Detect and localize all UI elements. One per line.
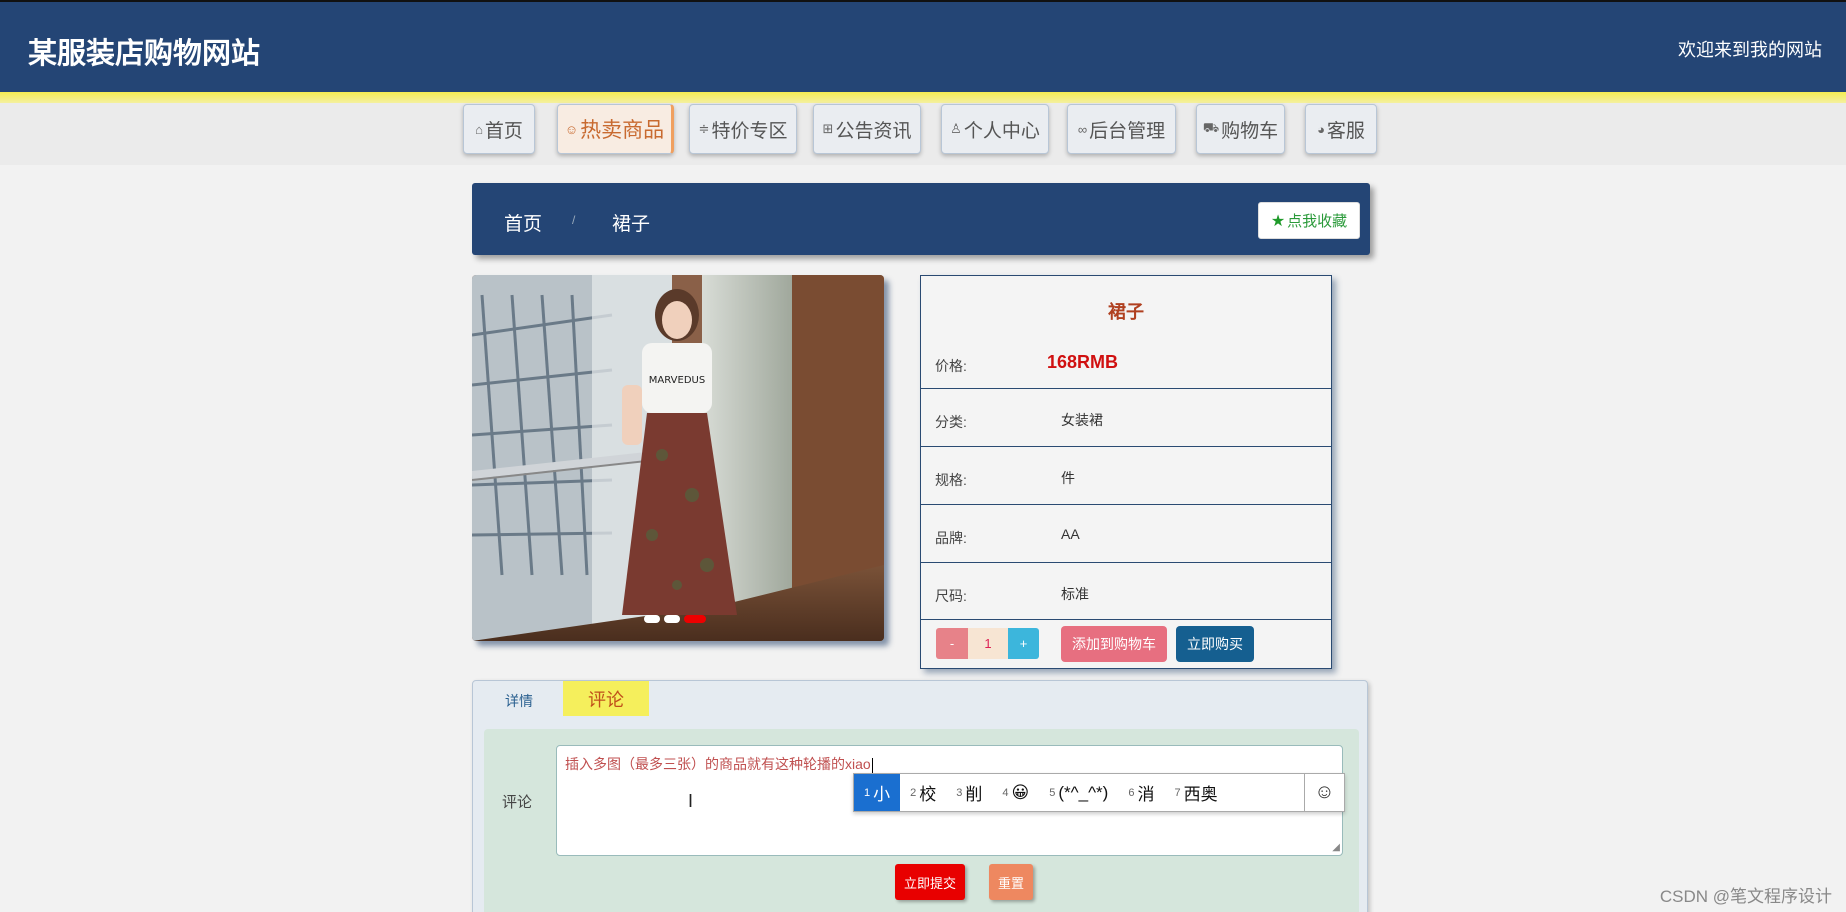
spec-label: 规格: [935, 472, 967, 488]
nav-hot-products[interactable]: ☺ 热卖商品 [557, 104, 674, 154]
resize-handle-icon[interactable]: ◢ [1332, 842, 1340, 853]
user-icon: ♙ [950, 121, 962, 136]
ime-candidate-text: 校 [919, 785, 937, 804]
ime-candidate-number: 3 [956, 786, 963, 799]
ime-candidate-number: 2 [910, 786, 917, 799]
tab-detail[interactable]: 详情 [505, 691, 533, 711]
carousel-indicators [644, 615, 706, 623]
ime-candidate[interactable]: 6消 [1118, 774, 1164, 811]
ime-candidate-text: 😀 [1011, 782, 1030, 802]
breadcrumb-current: 裙子 [612, 214, 651, 235]
nav-user-center[interactable]: ♙ 个人中心 [941, 104, 1049, 154]
breadcrumb-home[interactable]: 首页 [504, 209, 542, 236]
svg-text:MARVEDUS: MARVEDUS [649, 375, 705, 386]
carousel-dot-active[interactable] [684, 615, 706, 623]
ime-candidate[interactable]: 1小 [854, 774, 901, 811]
nav-label: 个人中心 [963, 120, 1040, 142]
welcome-text: 欢迎来到我的网站 [1678, 40, 1822, 60]
divider [921, 388, 1331, 389]
nav-admin[interactable]: ∞ 后台管理 [1067, 104, 1176, 154]
ime-candidate[interactable]: 4 😀 [992, 774, 1039, 811]
emoji-icon[interactable]: ☺ [1304, 774, 1344, 811]
product-carousel[interactable]: MARVEDUS [472, 275, 884, 641]
ime-candidate[interactable]: 7 西奥 [1164, 774, 1227, 811]
nav-support[interactable]: ◕ 客服 [1305, 104, 1377, 154]
quantity-decrease-button[interactable]: - [936, 628, 968, 659]
product-category: 女装裙 [1061, 412, 1103, 428]
ime-candidate-number: 6 [1128, 786, 1135, 799]
nav-cart[interactable]: ⛟ 购物车 [1196, 104, 1285, 154]
price-label: 价格: [935, 358, 967, 374]
nav-label: 客服 [1326, 120, 1365, 142]
hot-icon: ☺ [564, 121, 579, 137]
nav-label: 后台管理 [1089, 120, 1166, 142]
comment-text: 插入多图（最多三张）的商品就有这种轮播的xiao [565, 756, 871, 772]
ime-candidate[interactable]: 5 (*^_^*) [1039, 774, 1118, 811]
carousel-dot[interactable] [664, 615, 680, 623]
brand-label: 品牌: [935, 530, 967, 546]
nav-label: 购物车 [1221, 120, 1279, 142]
product-spec: 件 [1061, 470, 1075, 486]
add-to-cart-button[interactable]: 添加到购物车 [1061, 626, 1167, 662]
nav-label: 特价专区 [711, 120, 788, 142]
submit-button[interactable]: 立即提交 [895, 864, 965, 900]
product-name: 裙子 [1108, 302, 1144, 322]
nav-label: 热卖商品 [580, 119, 665, 142]
favorite-button[interactable]: ★ 点我收藏 [1258, 202, 1360, 239]
home-icon: ⌂ [475, 121, 483, 137]
nav-label: 公告资讯 [835, 120, 912, 142]
comment-field-label: 评论 [502, 794, 533, 811]
size-label: 尺码: [935, 588, 967, 604]
nav-label: 首页 [484, 120, 523, 142]
text-caret [871, 757, 873, 773]
cart-icon: ⛟ [1202, 120, 1220, 135]
ibeam-cursor-icon: I [688, 791, 694, 811]
product-image: MARVEDUS [472, 275, 884, 641]
watermark: CSDN @笔文程序设计 [1659, 887, 1832, 906]
tab-comment[interactable]: 评论 [563, 681, 649, 716]
ime-candidate-text: 削 [965, 785, 983, 804]
nav-home[interactable]: ⌂ 首页 [463, 104, 535, 154]
ime-candidate-number: 4 [1002, 786, 1009, 799]
grid-icon: ⊞ [822, 121, 834, 136]
site-header: 某服装店购物网站 欢迎来到我的网站 [0, 0, 1846, 92]
ime-candidate[interactable]: 3削 [946, 774, 992, 811]
ime-candidate-number: 7 [1174, 786, 1181, 799]
divider [921, 504, 1331, 505]
nav-specials[interactable]: ≑ 特价专区 [689, 104, 797, 154]
ime-candidate-text: 消 [1137, 785, 1155, 804]
product-size: 标准 [1061, 586, 1089, 602]
accent-bar [0, 92, 1846, 103]
reset-button[interactable]: 重置 [989, 864, 1033, 900]
category-label: 分类: [935, 414, 967, 430]
divider [921, 446, 1331, 447]
breadcrumb-separator: / [572, 213, 576, 227]
ime-candidate-number: 5 [1049, 786, 1056, 799]
star-icon: ★ [1270, 212, 1286, 230]
buy-now-button[interactable]: 立即购买 [1176, 626, 1254, 662]
ime-candidate-text: 小 [873, 785, 891, 804]
divider [921, 562, 1331, 563]
product-price: 168RMB [1047, 352, 1119, 372]
chat-icon: ◕ [1317, 121, 1325, 137]
ime-candidate-number: 1 [864, 786, 871, 799]
ime-candidate-bar: 1小 2校 3削 4 😀 5 (*^_^*) 6消 7 西奥 ☺ [853, 773, 1345, 812]
ime-candidate-text: 西奥 [1183, 785, 1218, 804]
favorite-label: 点我收藏 [1287, 213, 1348, 230]
product-brand: AA [1061, 526, 1080, 542]
quantity-increase-button[interactable]: + [1008, 628, 1039, 659]
link-icon: ∞ [1077, 121, 1088, 137]
divider [921, 619, 1331, 620]
nav-news[interactable]: ⊞ 公告资讯 [813, 104, 921, 154]
site-title: 某服装店购物网站 [28, 38, 261, 70]
quantity-input[interactable]: 1 [968, 628, 1008, 659]
ime-candidate[interactable]: 2校 [900, 774, 946, 811]
carousel-dot[interactable] [644, 615, 660, 623]
breadcrumb: 首页 / 裙子 ★ 点我收藏 [472, 183, 1370, 255]
sliders-icon: ≑ [698, 121, 710, 136]
ime-candidate-text: (*^_^*) [1058, 782, 1109, 802]
product-info-card: 裙子 价格: 168RMB 分类: 女装裙 规格: 件 品牌: AA 尺码: 标… [920, 275, 1332, 669]
nav-band [0, 103, 1846, 165]
